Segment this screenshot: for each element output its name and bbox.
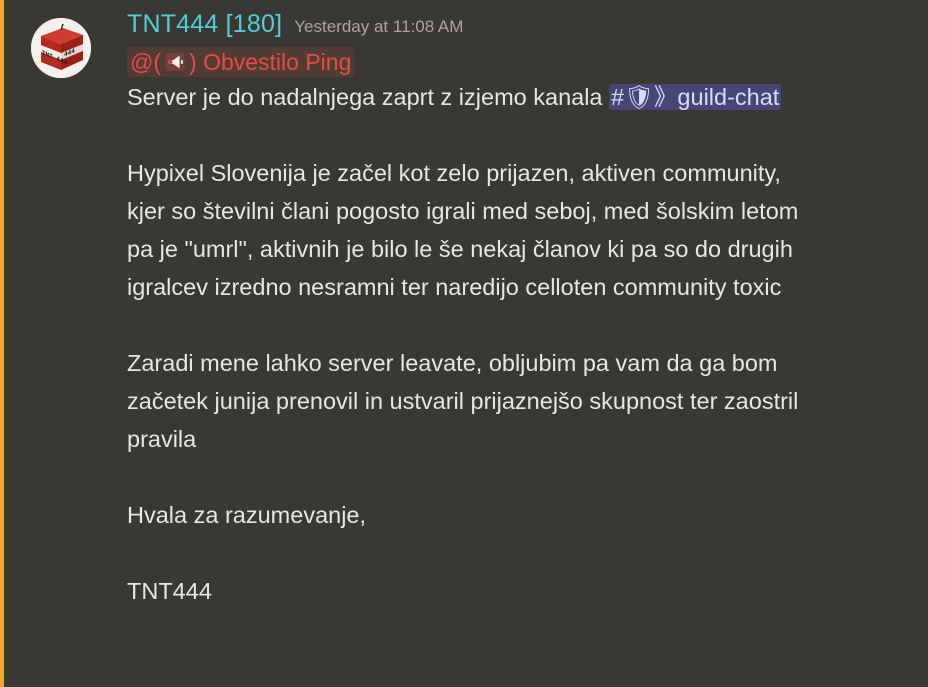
message-paragraph-3: Zaradi mene lahko server leavate, obljub…: [127, 350, 799, 452]
message-paragraph-4: Hvala za razumevanje,: [127, 502, 367, 528]
username[interactable]: TNT444 [180]: [127, 10, 282, 39]
mention-highlight-bar: [0, 0, 4, 687]
message-header: TNT444 [180] Yesterday at 11:08 AM: [127, 10, 817, 42]
chat-message: TNT 444 444 TNT444 [180] Yesterday at 11…: [0, 0, 928, 687]
message-paragraph-2: Hypixel Slovenija je začel kot zelo prij…: [127, 160, 799, 300]
role-mention-label: ) Obvestilo Ping: [189, 48, 352, 75]
message-timestamp[interactable]: Yesterday at 11:08 AM: [294, 17, 463, 37]
message-content: TNT444 [180] Yesterday at 11:08 AM @( ) …: [127, 10, 817, 610]
message-signature: TNT444: [127, 578, 212, 604]
user-avatar[interactable]: TNT 444 444: [31, 18, 91, 78]
role-mention[interactable]: @( ) Obvestilo Ping: [127, 47, 355, 77]
message-paragraph-1: Server je do nadalnjega zaprt z izjemo k…: [127, 78, 817, 116]
megaphone-icon: [165, 52, 185, 72]
message-line-1-text: Server je do nadalnjega zaprt z izjemo k…: [127, 84, 610, 110]
tnt-block-avatar: TNT 444 444: [31, 18, 91, 78]
role-mention-prefix: @(: [130, 48, 162, 75]
channel-mention-guild-chat[interactable]: #🛡》guild-chat: [609, 84, 782, 110]
message-body: Server je do nadalnjega zaprt z izjemo k…: [127, 78, 817, 610]
